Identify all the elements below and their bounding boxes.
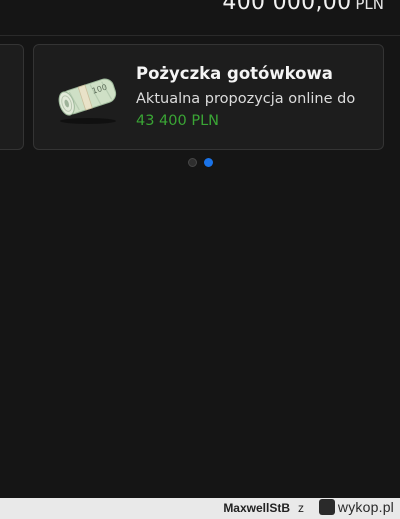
wykop-logo: wykop.pl [318, 499, 394, 515]
balance-currency: PLN [355, 0, 384, 13]
watermark-user: MaxwellStB [223, 501, 290, 515]
app-screen: 400 000,00 PLN 100 Pożyczka gotówkowa Akt… [0, 0, 400, 498]
offer-subtitle: Aktualna propozycja online do [136, 91, 356, 107]
watermark-connector: z [298, 501, 304, 515]
balance-amount: 400 000,00 PLN [222, 0, 384, 15]
watermark-bar: MaxwellStB z wykop.pl [0, 498, 400, 519]
pagination-dot-2-active[interactable] [204, 158, 213, 167]
wykop-logo-icon [318, 499, 335, 515]
previous-offer-card[interactable] [0, 44, 24, 150]
divider [0, 35, 400, 36]
carousel-pagination [188, 158, 213, 167]
balance-value: 400 000,00 [222, 0, 352, 15]
offer-title: Pożyczka gotówkowa [136, 64, 333, 83]
watermark-site: wykop.pl [337, 499, 394, 515]
money-roll-icon: 100 [58, 78, 117, 124]
pagination-dot-1[interactable] [188, 158, 197, 167]
offer-amount: 43 400 PLN [136, 113, 220, 129]
loan-offer-card[interactable]: 100 Pożyczka gotówkowa Aktualna propozyc… [33, 44, 384, 150]
